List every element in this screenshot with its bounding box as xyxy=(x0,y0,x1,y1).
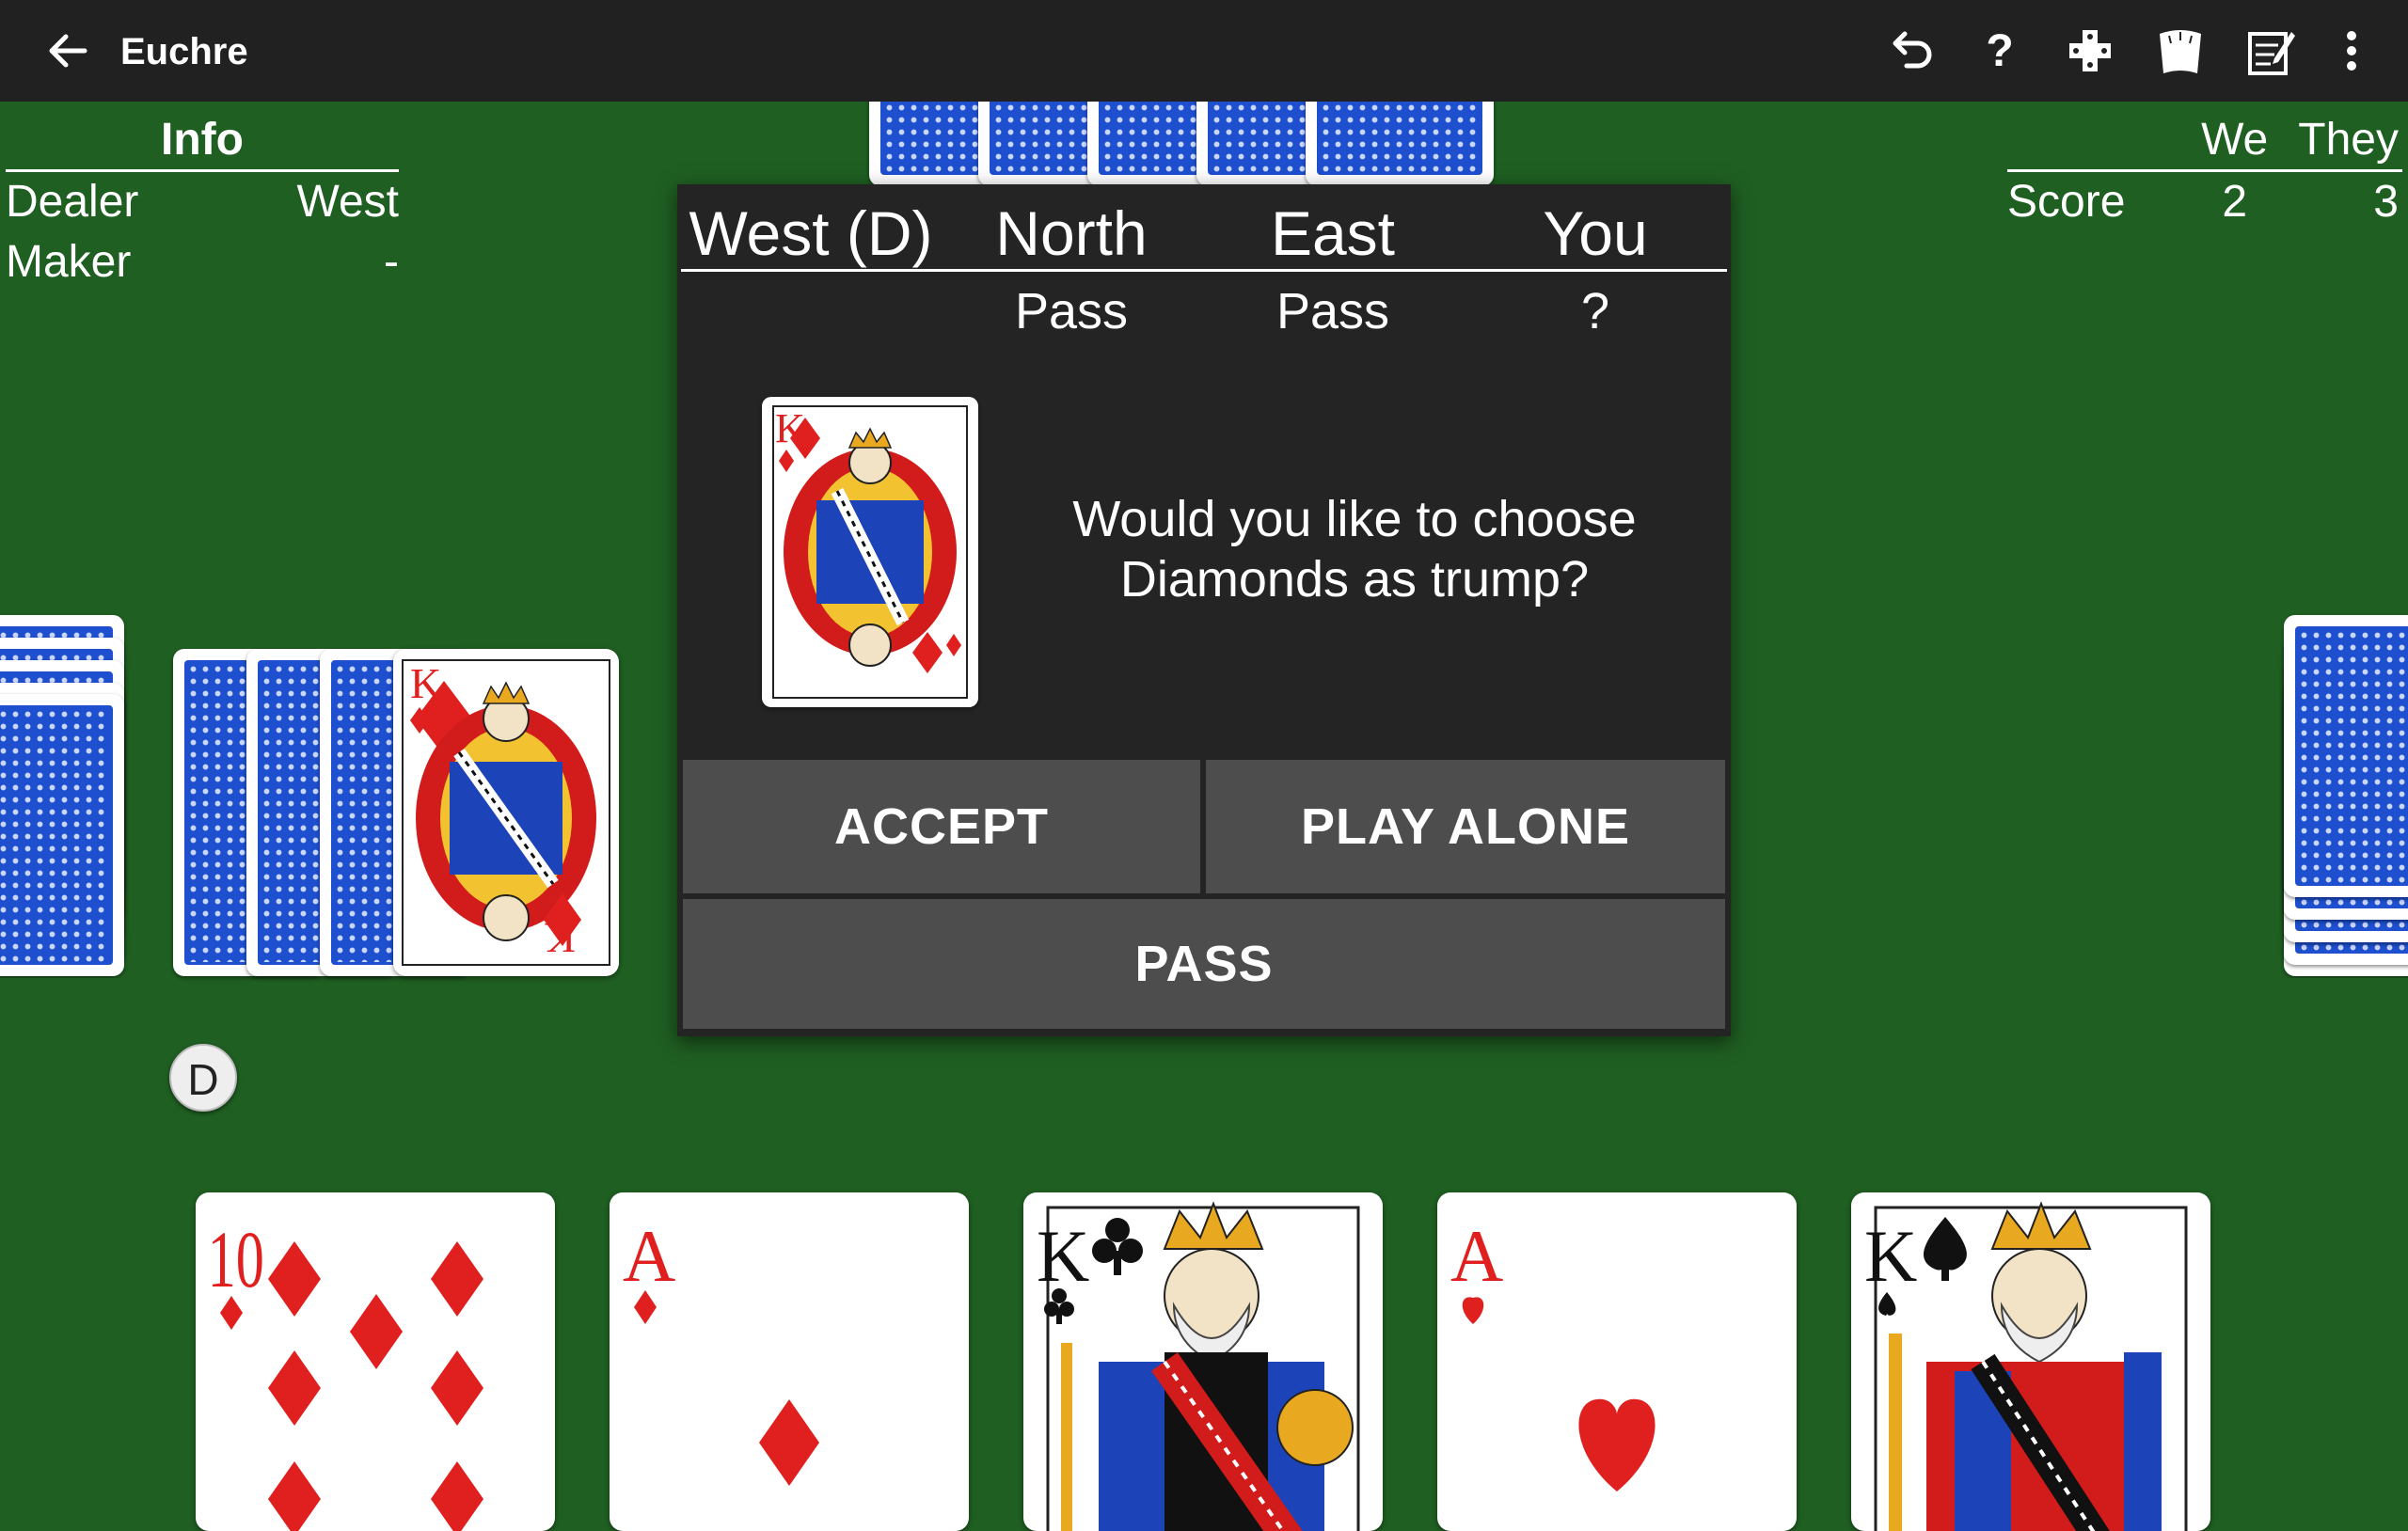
card-ten-of-diamonds[interactable]: 10 xyxy=(196,1192,555,1531)
trump-question: Would you like to choose Diamonds as tru… xyxy=(1072,491,1637,608)
score-label: Score xyxy=(2007,177,2126,227)
undo-icon[interactable] xyxy=(1880,21,1941,81)
player-east: East xyxy=(1270,198,1396,268)
card-rank: A xyxy=(623,1215,675,1297)
card-back xyxy=(1306,102,1494,186)
player-north: North xyxy=(995,198,1148,268)
maker-label: Maker xyxy=(6,237,132,287)
info-header: Info xyxy=(6,111,399,172)
accept-button[interactable]: ACCEPT xyxy=(683,760,1200,893)
help-icon[interactable]: ? xyxy=(1970,21,2030,81)
scoresheet-icon[interactable] xyxy=(2241,21,2301,81)
play-alone-button[interactable]: PLAY ALONE xyxy=(1206,760,1725,893)
score-row: Score 2 3 xyxy=(2007,172,2402,232)
player-you: You xyxy=(1543,198,1648,268)
dealer-badge: D xyxy=(169,1044,237,1112)
card-king-of-diamonds: K K xyxy=(393,649,619,976)
app-title: Euchre xyxy=(120,31,248,72)
card-king-of-spades[interactable]: K xyxy=(1851,1192,2210,1531)
svg-text:K: K xyxy=(545,914,576,962)
help-glyph: ? xyxy=(1986,26,2013,76)
bidding-row: Pass Pass ? xyxy=(681,278,1727,344)
app-bar: Euchre ? xyxy=(0,0,2408,102)
card-king-of-clubs[interactable]: K xyxy=(1023,1192,1383,1531)
north-hand xyxy=(847,102,1561,186)
bid-east: Pass xyxy=(1275,283,1390,339)
maker-value: - xyxy=(384,237,399,287)
bid-you: ? xyxy=(1580,283,1610,339)
we-score: 2 xyxy=(2222,177,2248,227)
dealer-row: Dealer West xyxy=(6,172,399,232)
left-edge-hand xyxy=(0,611,132,978)
card-ace-of-hearts[interactable]: A xyxy=(1437,1192,1797,1531)
back-arrow-icon[interactable] xyxy=(38,24,98,77)
they-score: 3 xyxy=(2373,177,2399,227)
bidding-dialog: West (D) North East You Pass Pass ? K Wo… xyxy=(677,184,1731,1036)
we-header: We xyxy=(2201,115,2269,165)
card-back xyxy=(2284,615,2408,897)
cards-icon[interactable] xyxy=(2150,21,2210,81)
more-vert-icon[interactable] xyxy=(2321,21,2382,81)
card-rank: K xyxy=(1864,1215,1917,1297)
pass-button[interactable]: PASS xyxy=(683,899,1725,1029)
bidding-header: West (D) North East You xyxy=(681,197,1727,272)
upcard-king-of-diamonds: K xyxy=(762,397,978,707)
score-header-blank xyxy=(2007,111,2188,169)
dealer-value: West xyxy=(296,177,399,227)
maker-row: Maker - xyxy=(6,232,399,292)
card-rank: A xyxy=(1450,1215,1503,1297)
score-panel: We They Score 2 3 xyxy=(2007,111,2402,232)
bid-north: Pass xyxy=(1014,283,1129,339)
card-rank: 10 xyxy=(208,1216,264,1305)
card-ace-of-diamonds[interactable]: A xyxy=(610,1192,969,1531)
card-rank: K xyxy=(1037,1215,1089,1297)
they-header: They xyxy=(2298,115,2399,165)
game-controller-icon[interactable] xyxy=(2060,21,2120,81)
score-header: We They xyxy=(2007,111,2402,172)
player-west: West (D) xyxy=(689,198,933,268)
info-panel: Info Dealer West Maker - xyxy=(6,111,399,292)
dealer-label: Dealer xyxy=(6,177,139,227)
east-hand xyxy=(2276,611,2408,978)
card-back xyxy=(0,694,124,976)
